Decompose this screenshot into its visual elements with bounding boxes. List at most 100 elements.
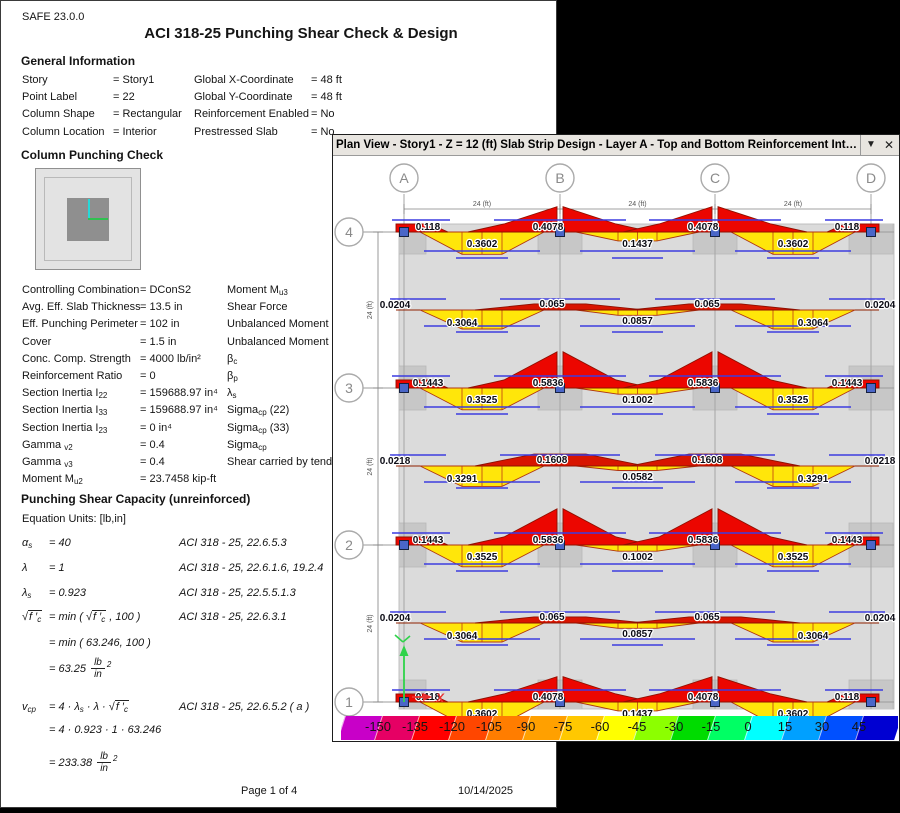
general-info-right-table: Global X-Coordinate= 48 ftGlobal Y-Coord… (194, 72, 342, 141)
strip-value: 0.0218 (865, 456, 896, 467)
equation-row: αs= 40ACI 318 - 25, 22.6.5.3 (22, 537, 71, 550)
info-row: Cover= 1.5 in (22, 334, 218, 351)
info-row: Reinforcement Ratio= 0 (22, 368, 218, 385)
svg-text:1: 1 (345, 694, 353, 710)
punching-check-heading: Column Punching Check (21, 148, 163, 162)
equation-row: vcp= 4 · λs · λ · √f ′cACI 318 - 25, 22.… (22, 701, 129, 714)
axis3-line (88, 218, 108, 220)
info-row: Column Location= Interior (22, 124, 182, 141)
legend-label: -135 (402, 719, 428, 734)
strip-value: 0.0218 (380, 456, 411, 467)
info-row: Global Y-Coordinate= 48 ft (194, 89, 342, 106)
strip-value: 0.1002 (622, 395, 653, 406)
equation-row: √f ′c= min ( √f ′c , 100 )ACI 318 - 25, … (22, 611, 140, 624)
strip-value: 0.5836 (688, 378, 719, 389)
strip-value: 0.3525 (778, 552, 809, 563)
strip-value: 0.118 (416, 222, 441, 233)
legend-label: -30 (665, 719, 684, 734)
equation-row: = 233.38 lbin2 (22, 751, 117, 774)
plan-drawing: 24 (ft)24 (ft)24 (ft)24 (ft)24 (ft)24 (f… (333, 156, 899, 716)
strip-value: 0.3064 (447, 318, 478, 329)
svg-text:D: D (866, 170, 876, 186)
info-row: Gamma v3= 0.4 (22, 454, 218, 471)
info-row: Story= Story1 (22, 72, 182, 89)
strip-value: 0.3291 (447, 474, 478, 485)
strip-value: 0.065 (539, 612, 564, 623)
equation-row: = min ( 63.246, 100 ) (22, 637, 151, 649)
strip-value: 0.0204 (380, 613, 411, 624)
general-info-left-table: Story= Story1Point Label= 22Column Shape… (22, 72, 182, 141)
svg-text:A: A (399, 170, 409, 186)
strip-value: 0.0857 (622, 629, 653, 640)
strip-value: 0.3291 (798, 474, 829, 485)
info-row: Avg. Eff. Slab Thickness= 13.5 in (22, 299, 218, 316)
close-icon[interactable]: ✕ (884, 135, 894, 155)
strip-value: 0.065 (694, 612, 719, 623)
info-row: Gamma v2= 0.4 (22, 437, 218, 454)
strip-value: 0.3602 (467, 709, 498, 716)
contour-legend: -150-135-120-105-90-75-60-45-30-15015304… (341, 716, 898, 740)
plan-view-window: Plan View - Story1 - Z = 12 (ft) Slab St… (332, 134, 900, 742)
legend-label: -75 (554, 719, 573, 734)
info-row: Point Label= 22 (22, 89, 182, 106)
legend-label: -150 (365, 719, 391, 734)
plan-view-canvas[interactable]: 24 (ft)24 (ft)24 (ft)24 (ft)24 (ft)24 (f… (333, 156, 899, 741)
window-buttons: ▼ ✕ (860, 135, 899, 155)
svg-text:24 (ft): 24 (ft) (367, 301, 374, 319)
strip-value: 0.0582 (622, 472, 653, 483)
column-punching-diagram (35, 168, 141, 270)
report-date: 10/14/2025 (458, 785, 513, 797)
legend-label: -120 (439, 719, 465, 734)
strip-value: 0.3525 (467, 395, 498, 406)
info-row: Controlling Combination= DConS2 (22, 282, 218, 299)
strip-value: 0.3602 (778, 709, 809, 716)
collapse-icon[interactable]: ▼ (866, 135, 876, 155)
strip-value: 0.0204 (865, 613, 896, 624)
legend-label: -60 (591, 719, 610, 734)
legend-label: -90 (517, 719, 536, 734)
info-row: Section Inertia I33= 159688.97 in⁴ (22, 402, 218, 419)
strip-value: 0.3064 (798, 318, 829, 329)
legend-label: 0 (744, 719, 751, 734)
info-row: Column Shape= Rectangular (22, 106, 182, 123)
strip-value: 0.3602 (778, 239, 809, 250)
equation-row: λs= 0.923ACI 318 - 25, 22.5.5.1.3 (22, 587, 86, 600)
code-reference: ACI 318 - 25, 22.6.5.2 ( a ) (179, 701, 309, 713)
code-reference: ACI 318 - 25, 22.6.3.1 (179, 611, 287, 623)
strip-value: 0.3602 (467, 239, 498, 250)
axis2-line (88, 199, 90, 220)
svg-text:24 (ft): 24 (ft) (784, 201, 802, 208)
strip-value: 0.1437 (622, 239, 653, 250)
strip-value: 0.3064 (447, 631, 478, 642)
svg-text:4: 4 (345, 224, 353, 240)
strip-value: 0.4078 (688, 222, 719, 233)
strip-value: 0.1437 (622, 709, 653, 716)
strip-value: 0.065 (694, 299, 719, 310)
strip-value: 0.1608 (537, 455, 568, 466)
svg-text:C: C (710, 170, 720, 186)
equation-units: Equation Units: [lb,in] (22, 513, 126, 525)
window-titlebar[interactable]: Plan View - Story1 - Z = 12 (ft) Slab St… (333, 135, 899, 156)
info-row: Conc. Comp. Strength= 4000 lb/in² (22, 351, 218, 368)
svg-text:B: B (555, 170, 564, 186)
capacity-heading: Punching Shear Capacity (unreinforced) (21, 492, 250, 506)
strip-value: 0.0204 (380, 300, 411, 311)
report-title: ACI 318-25 Punching Shear Check & Design (56, 25, 546, 42)
info-row: Reinforcement Enabled= No (194, 106, 342, 123)
window-title: Plan View - Story1 - Z = 12 (ft) Slab St… (333, 135, 860, 155)
code-reference: ACI 318 - 25, 22.5.5.1.3 (179, 587, 296, 599)
general-info-heading: General Information (21, 54, 135, 68)
strip-value: 0.3525 (467, 552, 498, 563)
strip-value: 0.4078 (533, 692, 564, 703)
punching-check-left-table: Controlling Combination= DConS2Avg. Eff.… (22, 282, 218, 488)
info-row: Prestressed Slab= No (194, 124, 342, 141)
strip-value: 0.5836 (688, 535, 719, 546)
svg-text:24 (ft): 24 (ft) (628, 201, 646, 208)
strip-value: 0.4078 (533, 222, 564, 233)
code-reference: ACI 318 - 25, 22.6.5.3 (179, 537, 287, 549)
code-reference: ACI 318 - 25, 22.6.1.6, 19.2.4 (179, 562, 323, 574)
strip-value: 0.1002 (622, 552, 653, 563)
svg-text:3: 3 (345, 380, 353, 396)
desktop: SAFE 23.0.0 ACI 318-25 Punching Shear Ch… (0, 0, 900, 813)
equation-row: = 4 · 0.923 · 1 · 63.246 (22, 724, 161, 736)
